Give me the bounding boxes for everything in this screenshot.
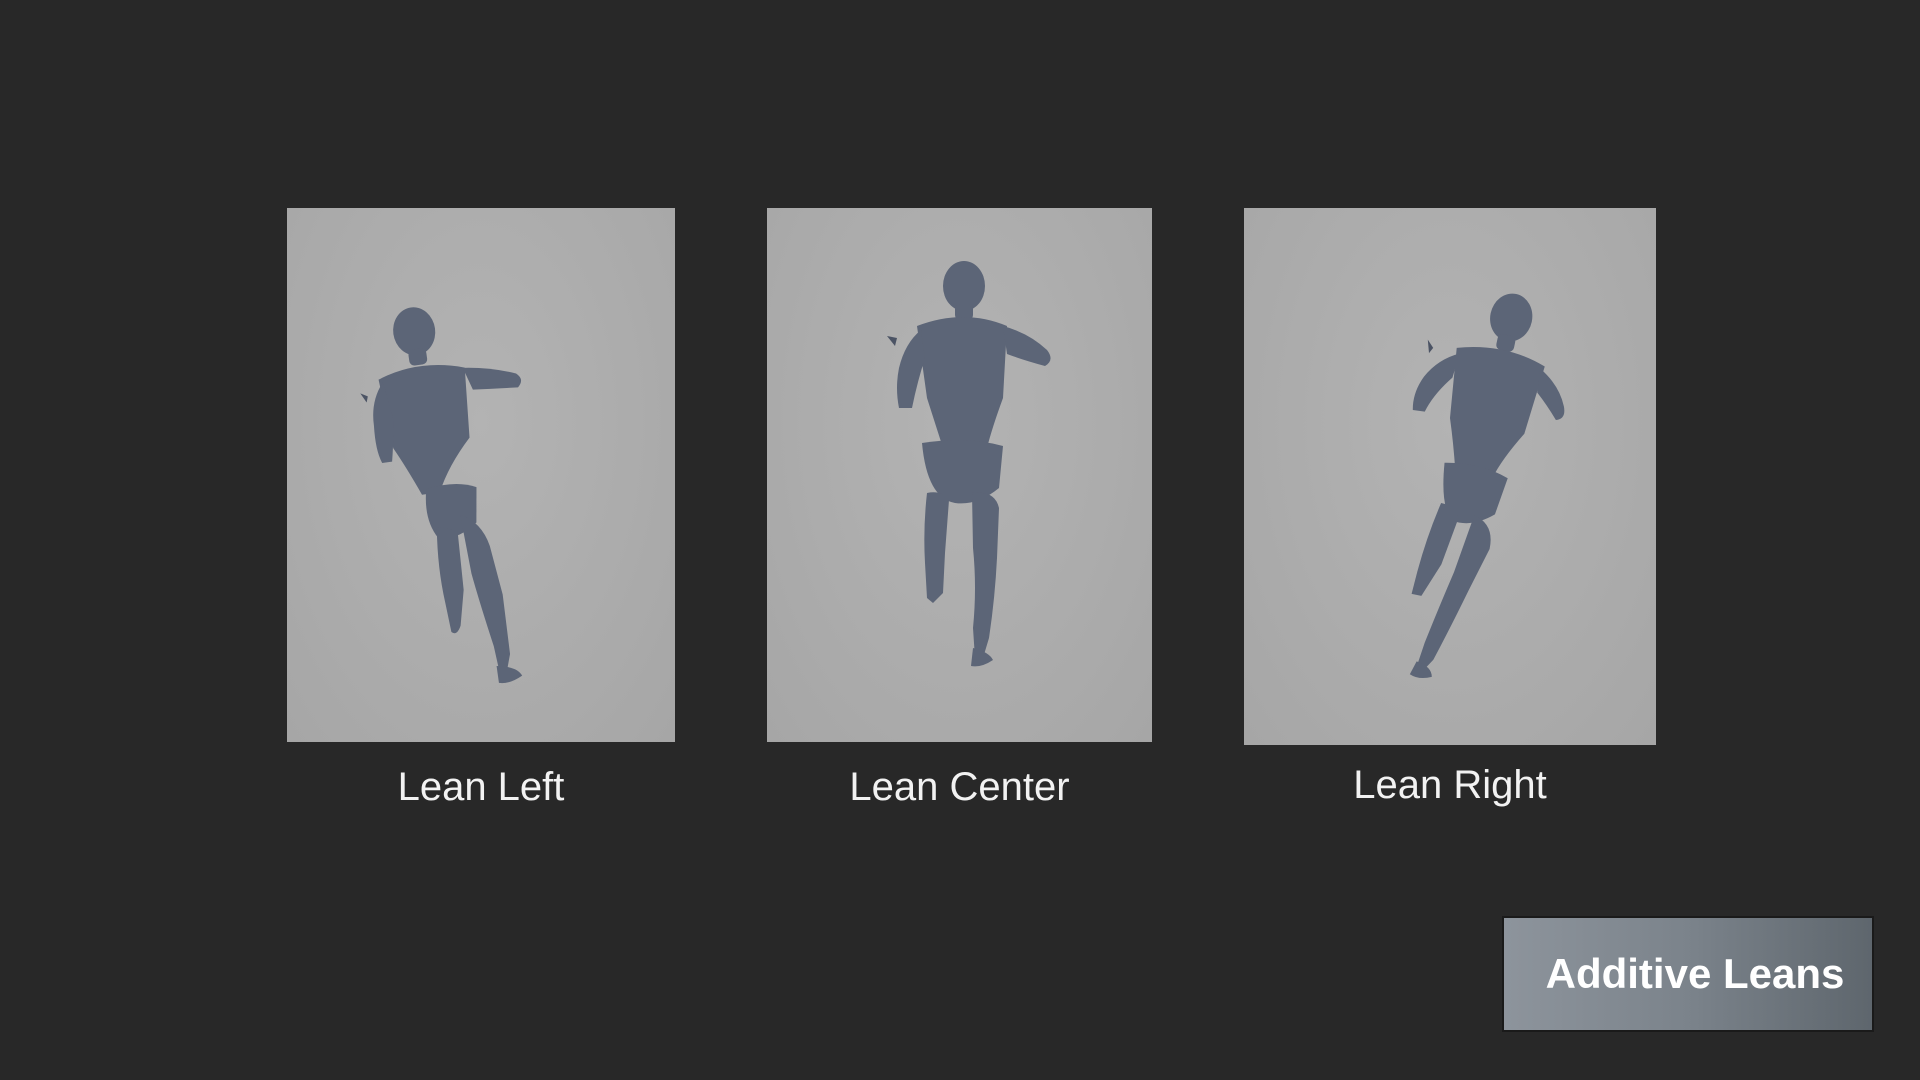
runner-lean-center-figure xyxy=(887,261,1051,667)
lean-right-label: Lean Right xyxy=(1353,763,1547,807)
lean-right-preview xyxy=(1244,208,1656,745)
runner-lean-left-figure xyxy=(360,307,523,684)
lean-left-preview xyxy=(287,208,675,742)
additive-leans-label: Additive Leans xyxy=(1545,950,1845,997)
slide: Lean Left Lean Center Lean Right Additiv… xyxy=(0,0,1920,1080)
lean-left-label: Lean Left xyxy=(397,765,565,809)
lean-center-preview xyxy=(767,208,1152,742)
runner-lean-right-figure xyxy=(1409,293,1565,679)
additive-leans-badge: Additive Leans xyxy=(1502,916,1874,1032)
lean-center-label: Lean Center xyxy=(849,765,1070,809)
